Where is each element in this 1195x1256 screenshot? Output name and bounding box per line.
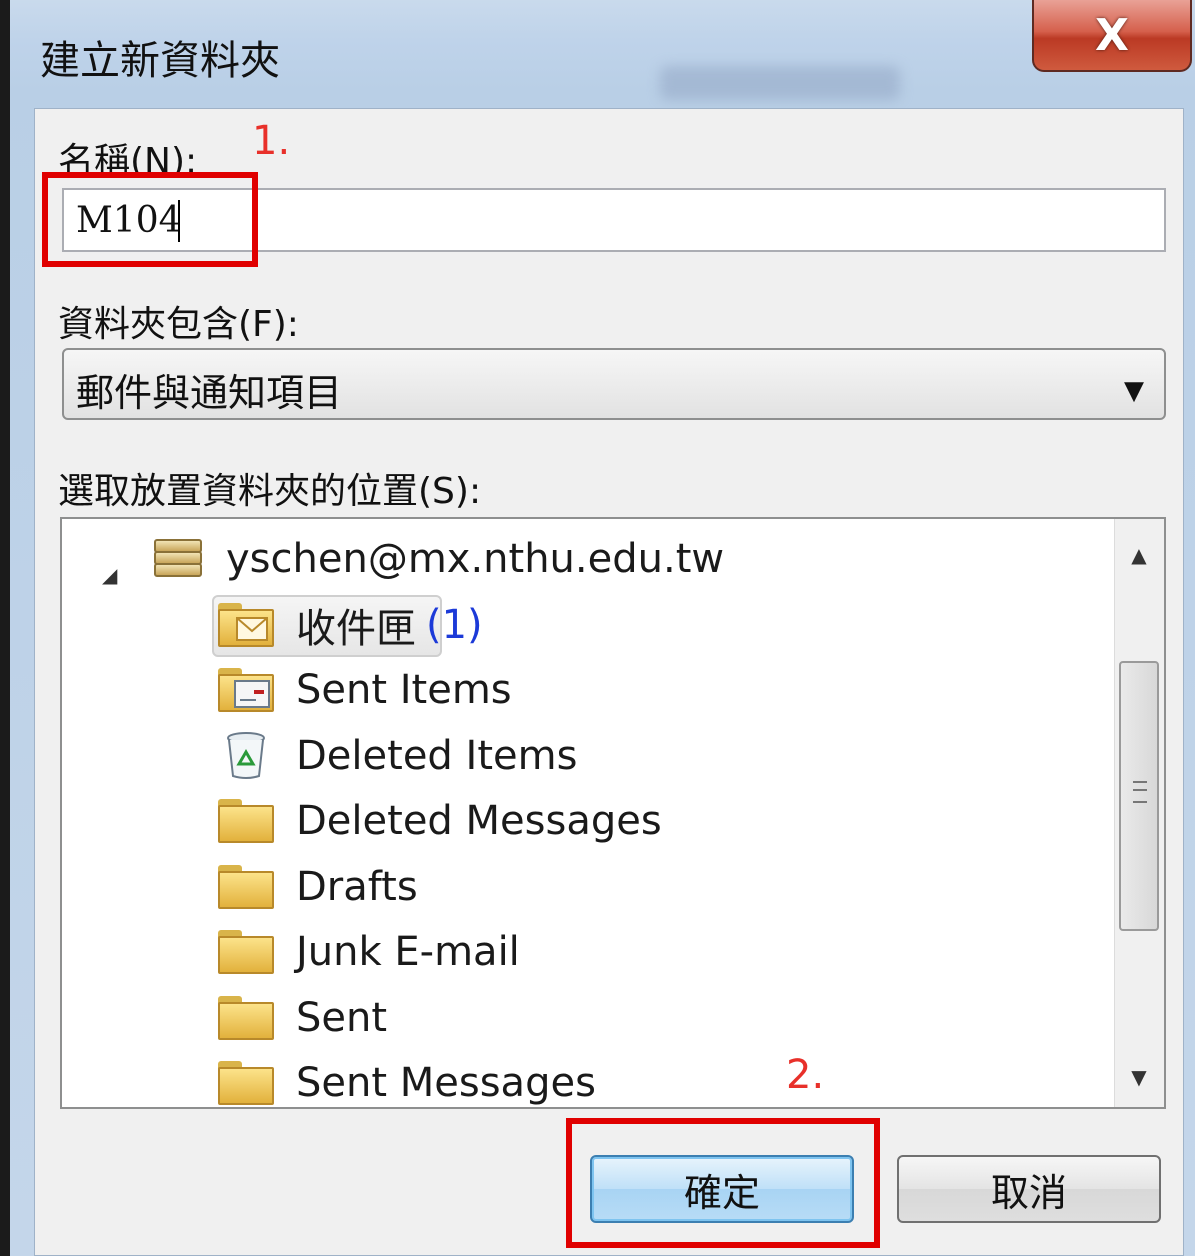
scroll-up-icon[interactable]: ▲	[1115, 543, 1163, 567]
folder-tree[interactable]: ◢ yschen@mx.nthu.edu.tw 收件匣 (1) Sent Ite…	[60, 517, 1166, 1109]
folder-contains-select[interactable]: 郵件與通知項目 ▼	[62, 348, 1166, 420]
tree-item-deleted-items[interactable]: Deleted Items	[218, 728, 577, 784]
mail-account-icon	[148, 533, 208, 585]
tree-item-junk-email[interactable]: Junk E-mail	[218, 924, 520, 980]
folder-icon	[218, 865, 274, 909]
folder-icon	[218, 1061, 274, 1105]
tree-item-label: 收件匣	[296, 606, 416, 652]
folder-contains-value: 郵件與通知項目	[76, 371, 343, 415]
tree-item-label: Deleted Items	[296, 733, 578, 779]
location-label: 選取放置資料夾的位置(S):	[58, 471, 482, 512]
annotation-step-2: 2.	[786, 1052, 825, 1098]
tree-item-label: Deleted Messages	[296, 798, 662, 844]
annotation-step-1: 1.	[252, 118, 291, 164]
tree-item-label: Sent Messages	[296, 1060, 596, 1106]
recycle-bin-icon	[218, 732, 274, 780]
folder-icon	[218, 930, 274, 974]
unread-count: (1)	[426, 602, 483, 648]
tree-item-sent-messages[interactable]: Sent Messages	[218, 1055, 596, 1107]
cancel-button[interactable]: 取消	[897, 1155, 1161, 1223]
tree-account[interactable]: yschen@mx.nthu.edu.tw	[148, 531, 724, 587]
dialog-title: 建立新資料夾	[40, 38, 280, 84]
tree-item-label: Sent Items	[296, 667, 512, 713]
folder-contains-label: 資料夾包含(F):	[58, 304, 299, 345]
expand-triangle-icon[interactable]: ◢	[102, 563, 117, 587]
close-button[interactable]: X	[1032, 0, 1192, 72]
annotation-highlight-ok	[566, 1118, 880, 1248]
annotation-highlight-name	[42, 172, 258, 267]
sent-items-folder-icon	[218, 668, 274, 712]
titlebar-blur	[660, 66, 900, 100]
folder-icon	[218, 799, 274, 843]
dropdown-arrow-icon: ▼	[1124, 376, 1144, 406]
tree-scrollbar[interactable]: ▲ ▼	[1114, 519, 1164, 1107]
tree-item-drafts[interactable]: Drafts	[218, 859, 418, 915]
tree-item-label: Junk E-mail	[296, 929, 520, 975]
tree-account-label: yschen@mx.nthu.edu.tw	[226, 536, 725, 582]
scroll-grip-icon	[1133, 781, 1147, 803]
scroll-down-icon[interactable]: ▼	[1115, 1065, 1163, 1089]
tree-item-sent[interactable]: Sent	[218, 990, 387, 1046]
inbox-folder-icon	[218, 603, 274, 647]
tree-item-label: Drafts	[296, 864, 418, 910]
folder-icon	[218, 996, 274, 1040]
scroll-thumb[interactable]	[1119, 661, 1159, 931]
close-icon: X	[1095, 9, 1129, 61]
tree-item-inbox[interactable]: 收件匣 (1)	[218, 597, 483, 653]
tree-item-label: Sent	[296, 995, 388, 1041]
tree-item-sent-items[interactable]: Sent Items	[218, 662, 512, 718]
tree-item-deleted-messages[interactable]: Deleted Messages	[218, 793, 662, 849]
